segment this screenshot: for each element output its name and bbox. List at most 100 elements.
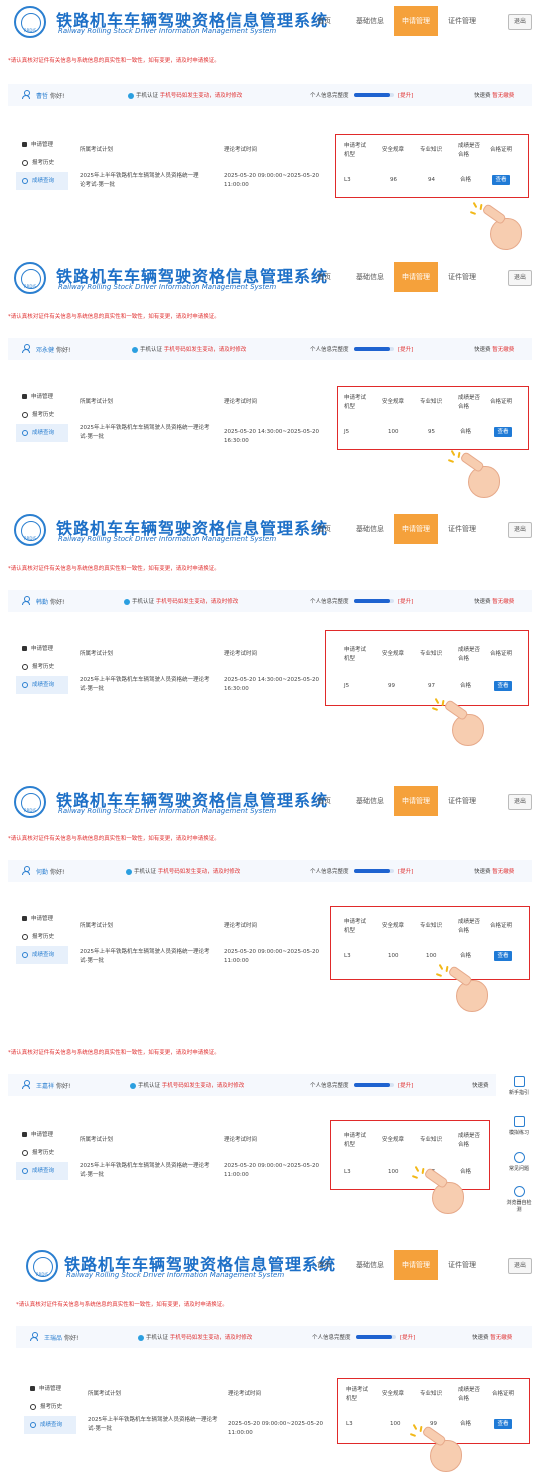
header-time: 理论考试时间 [224,399,258,405]
row-plan: 2025年上半年铁路机车车辆驾驶人员资格统一理论考试-第一批 [80,949,210,964]
nav-application[interactable]: 申请管理 [394,262,438,292]
phone-auth[interactable]: 手机认证 手机号码如发生变动，请及时修改 [128,91,242,99]
sidebar-item-score[interactable]: 成绩查询 [24,1416,76,1434]
nav-basic-info[interactable]: 基础信息 [348,6,392,36]
sidebar-item-score[interactable]: 成绩查询 [16,946,68,964]
row-plan: 2025年上半年铁路机车车辆驾驶人员资格统一理论考试-第一批 [80,677,210,692]
phone-icon [126,868,132,875]
logout-button[interactable]: 退出 [508,14,532,30]
system-subtitle: Railway Rolling Stock Driver Information… [58,535,277,543]
screenshot-panel-4: RRDIS 铁路机车车辆驾驶资格信息管理系统 Railway Rolling S… [0,780,540,1018]
sidebar-item-score[interactable]: 成绩查询 [16,676,68,694]
nav-application[interactable]: 申请管理 [394,786,438,816]
profile-progress [354,93,394,97]
phone-auth[interactable]: 手机认证 手机号码如发生变动，请及时修改 [126,867,240,875]
nav-home[interactable]: 首页 [302,262,346,292]
nav-certificate[interactable]: 证件管理 [440,786,484,816]
upgrade-link[interactable]: [提升] [398,597,413,605]
sidebar-item-history[interactable]: 报考历史 [24,1398,76,1416]
profile-progress [354,599,394,603]
quick-fee: 快速费 [472,1083,489,1089]
sidebar-item-history[interactable]: 报考历史 [16,406,68,424]
row-plan: 2025年上半年铁路机车车辆驾驶人员资格统一理论考试-第一批 [80,1163,210,1178]
nav-home[interactable]: 首页 [302,786,346,816]
nav-basic-info[interactable]: 基础信息 [348,786,392,816]
logout-button[interactable]: 退出 [508,522,532,538]
phone-auth[interactable]: 手机认证 手机号码如发生变动，请及时修改 [124,597,238,605]
notice-text: *请认真核对证件有关信息与系统信息的真实性和一致性，如有变更，请及时申请换证。 [8,1050,220,1056]
profile-label: 个人信息完整度 [310,1083,349,1089]
sidebar-item-history[interactable]: 报考历史 [16,928,68,946]
nav-application[interactable]: 申请管理 [394,1250,438,1280]
upgrade-link[interactable]: [提升] [398,867,413,875]
sidebar-item-application[interactable]: 申请管理 [16,388,68,406]
sidebar: 申请管理 报考历史 成绩查询 [24,1380,76,1442]
nav-basic-info[interactable]: 基础信息 [348,1250,392,1280]
user-icon [22,90,30,99]
thumbs-up-icon [409,1423,464,1474]
sidebar-item-history[interactable]: 报考历史 [16,1144,68,1162]
user-greeting: 韩勤 你好! [36,599,65,606]
profile-progress [356,1335,396,1339]
quick-fee: 快速费 暂无缴费 [474,869,515,875]
nav-certificate[interactable]: 证件管理 [440,514,484,544]
highlight-box [335,134,529,198]
screenshot-panel-6: RRDIS 铁路机车车辆驾驶资格信息管理系统 Railway Rolling S… [0,1244,540,1483]
upgrade-link[interactable]: [提升] [398,91,413,99]
sidebar-item-score[interactable]: 成绩查询 [16,172,68,190]
user-bar: 王嘉祥 你好! 手机认证 手机号码如发生变动，请及时修改 个人信息完整度 [提升… [8,1074,496,1096]
screenshot-panel-5: *请认真核对证件有关信息与系统信息的真实性和一致性，如有变更，请及时申请换证。 … [0,1026,540,1234]
sidebar-item-application[interactable]: 申请管理 [16,910,68,928]
header-plan: 所属考试计划 [80,923,114,929]
user-icon [22,344,30,353]
logout-button[interactable]: 退出 [508,1258,532,1274]
tool-faq[interactable]: 常见问题 [506,1152,532,1172]
nav-certificate[interactable]: 证件管理 [440,1250,484,1280]
sidebar-item-application[interactable]: 申请管理 [16,1126,68,1144]
nav-application[interactable]: 申请管理 [394,514,438,544]
logout-button[interactable]: 退出 [508,270,532,286]
nav-application[interactable]: 申请管理 [394,6,438,36]
user-greeting: 邓永健 你好! [36,347,71,354]
header-time: 理论考试时间 [228,1391,262,1397]
phone-auth[interactable]: 手机认证 手机号码如发生变动，请及时修改 [130,1081,244,1089]
system-subtitle: Railway Rolling Stock Driver Information… [58,283,277,291]
tool-practice[interactable]: 模拟练习 [506,1116,532,1136]
tool-browser-check[interactable]: 浏览器自检测 [506,1186,532,1213]
profile-label: 个人信息完整度 [310,93,349,99]
nav-home[interactable]: 首页 [302,6,346,36]
thumbs-up-icon [411,1165,466,1216]
logo-icon: RRDIS [14,6,46,38]
upgrade-link[interactable]: [提升] [398,1081,413,1089]
logout-button[interactable]: 退出 [508,794,532,810]
sidebar-item-history[interactable]: 报考历史 [16,658,68,676]
row-time: 2025-05-20 09:00:00~2025-05-20 11:00:00 [224,173,319,188]
header-plan: 所属考试计划 [80,399,114,405]
upgrade-link[interactable]: [提升] [400,1333,415,1341]
quick-fee: 快速费 暂无缴费 [474,347,515,353]
profile-progress [354,347,394,351]
nav-home[interactable]: 首页 [302,1250,346,1280]
nav-certificate[interactable]: 证件管理 [440,262,484,292]
upgrade-link[interactable]: [提升] [398,345,413,353]
phone-auth[interactable]: 手机认证 手机号码如发生变动，请及时修改 [138,1333,252,1341]
nav-basic-info[interactable]: 基础信息 [348,514,392,544]
sidebar-item-application[interactable]: 申请管理 [24,1380,76,1398]
nav-certificate[interactable]: 证件管理 [440,6,484,36]
nav-basic-info[interactable]: 基础信息 [348,262,392,292]
tool-guide[interactable]: 新手指引 [506,1076,532,1096]
sidebar-item-application[interactable]: 申请管理 [16,136,68,154]
sidebar: 申请管理 报考历史 成绩查询 [16,910,68,972]
profile-label: 个人信息完整度 [312,1335,351,1341]
sidebar-item-application[interactable]: 申请管理 [16,640,68,658]
notice-text: *请认真核对证件有关信息与系统信息的真实性和一致性，如有变更，请及时申请换证。 [8,314,220,320]
phone-icon [130,1082,136,1089]
sidebar-item-history[interactable]: 报考历史 [16,154,68,172]
sidebar: 申请管理 报考历史 成绩查询 [16,1126,68,1188]
sidebar-item-score[interactable]: 成绩查询 [16,1162,68,1180]
highlight-box [330,1120,490,1190]
thumbs-up-icon [435,963,490,1014]
nav-home[interactable]: 首页 [302,514,346,544]
sidebar-item-score[interactable]: 成绩查询 [16,424,68,442]
phone-auth[interactable]: 手机认证 手机号码如发生变动，请及时修改 [132,345,246,353]
